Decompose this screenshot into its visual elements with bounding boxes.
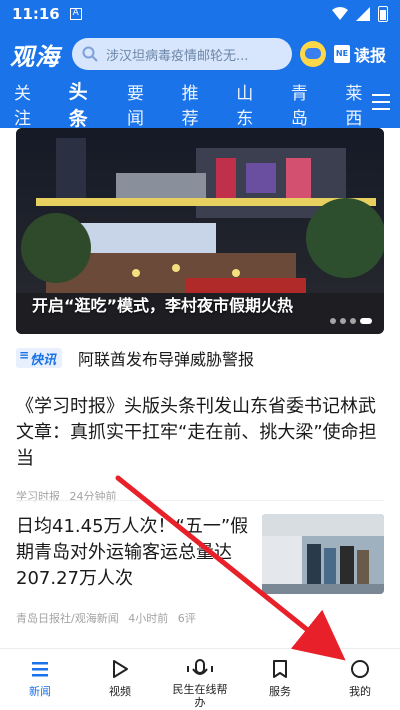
search-input[interactable]: 涉汉坦病毒疫情邮轮无... (72, 38, 292, 70)
battery-icon (378, 6, 388, 22)
nav-news[interactable]: 新闻 (0, 649, 80, 710)
article-source: 青岛日报社/观海新闻 (16, 612, 119, 625)
news-article[interactable]: 《学习时报》头版头条刊发山东省委书记林武文章：真抓实干扛牢“走在前、挑大梁”使命… (16, 394, 384, 504)
tab-recommended[interactable]: 推荐 (182, 79, 215, 129)
banner-caption: 开启“逛吃”模式，李村夜市假期火热 (32, 296, 294, 315)
article-title: 《学习时报》头版头条刊发山东省委书记林武文章：真抓实干扛牢“走在前、挑大梁”使命… (16, 396, 377, 469)
tab-headlines[interactable]: 头条 (69, 77, 105, 131)
channel-menu-icon[interactable] (372, 94, 390, 115)
status-bar: 11:16 A (0, 0, 400, 28)
signal-icon (356, 7, 370, 21)
article-title: 日均41.45万人次！“五一”假期青岛对外运输客运总量达207.27万人次 (16, 516, 249, 589)
nav-services[interactable]: 服务 (240, 649, 320, 710)
read-paper-label: 读报 (354, 46, 387, 65)
search-icon (82, 46, 98, 62)
bookmark-icon (273, 660, 287, 678)
nav-profile-label: 我的 (349, 685, 371, 698)
tab-important-news[interactable]: 要闻 (127, 79, 160, 129)
read-paper-button[interactable]: NE 读报 (334, 42, 386, 66)
featured-banner[interactable]: 开启“逛吃”模式，李村夜市假期火热 (16, 128, 384, 334)
flash-badge: 快讯 (16, 348, 63, 368)
app-header: 11:16 A 观海 涉汉坦病毒疫情邮轮无... NE 读报 关注 头条 要闻 … (0, 0, 400, 131)
article-source: 学习时报 (16, 490, 60, 503)
article-time: 4小时前 (128, 612, 169, 625)
nav-livelihood-help-label: 民生在线帮办 (172, 683, 228, 709)
wifi-icon (332, 7, 348, 20)
ai-assistant-icon[interactable] (300, 41, 326, 67)
article-comments: 6评 (177, 612, 196, 625)
tab-follow[interactable]: 关注 (14, 79, 47, 129)
nav-news-label: 新闻 (29, 685, 51, 698)
list-icon (32, 662, 48, 677)
top-bar: 观海 涉汉坦病毒疫情邮轮无... NE 读报 (0, 28, 400, 80)
article-thumbnail (262, 514, 384, 594)
app-logo: 观海 (10, 42, 60, 71)
bottom-navigation: 新闻 视频 民生在线帮办 服务 我的 (0, 648, 400, 710)
article-meta: 青岛日报社/观海新闻 4小时前 6评 (16, 610, 202, 626)
news-article[interactable]: 日均41.45万人次！“五一”假期青岛对外运输客运总量达207.27万人次 青岛… (16, 514, 384, 626)
sim-icon: A (69, 8, 82, 20)
search-placeholder: 涉汉坦病毒疫情邮轮无... (106, 48, 249, 64)
article-time: 24分钟前 (69, 490, 117, 503)
profile-circle-icon (351, 660, 369, 678)
clock: 11:16 (12, 5, 60, 23)
flash-news-row[interactable]: 快讯 阿联酋发布导弹威胁警报 (16, 342, 384, 374)
nav-video-label: 视频 (109, 685, 131, 698)
tab-shandong[interactable]: 山东 (236, 79, 269, 129)
microphone-icon (187, 659, 213, 675)
carousel-indicator (330, 318, 372, 324)
play-icon (113, 660, 128, 678)
flash-headline: 阿联酋发布导弹威胁警报 (78, 350, 255, 369)
newspaper-icon: NE (334, 45, 350, 63)
channel-tabs: 关注 头条 要闻 推荐 山东 青岛 莱西 (0, 77, 400, 131)
nav-profile[interactable]: 我的 (320, 649, 400, 710)
article-meta: 学习时报 24分钟前 (16, 488, 384, 504)
nav-services-label: 服务 (269, 685, 291, 698)
divider (16, 500, 384, 501)
nav-livelihood-help[interactable]: 民生在线帮办 (160, 649, 240, 710)
nav-video[interactable]: 视频 (80, 649, 160, 710)
tab-qingdao[interactable]: 青岛 (291, 79, 324, 129)
